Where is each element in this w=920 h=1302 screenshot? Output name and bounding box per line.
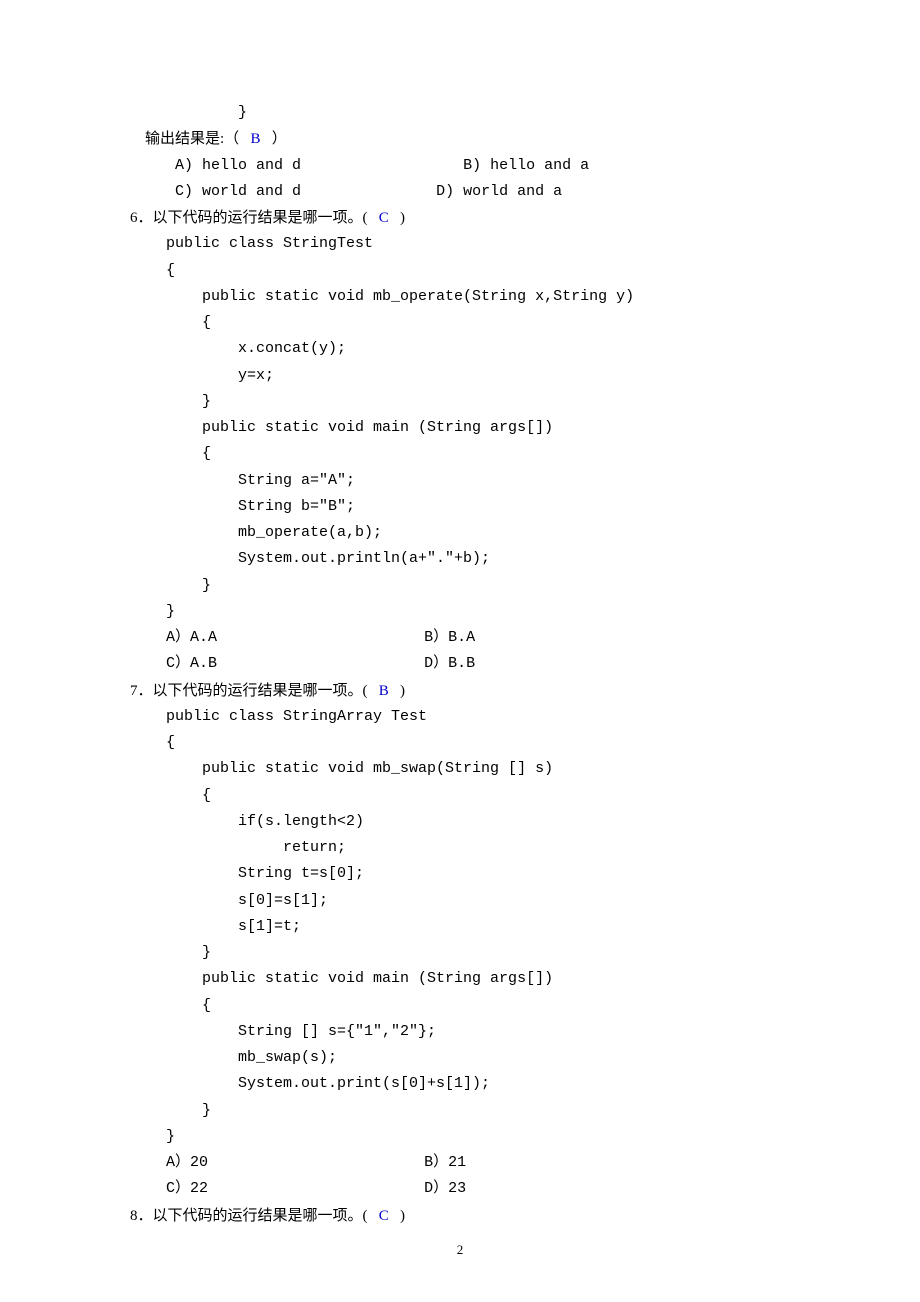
q6-code: String a="A"; xyxy=(130,468,790,494)
q8-answer: C xyxy=(379,1208,389,1224)
q7-option-b: B）21 xyxy=(424,1154,466,1171)
q5-options-cd: C) world and d D) world and a xyxy=(130,179,790,205)
q8-close: ) xyxy=(400,1208,405,1224)
q6-option-a: A）A.A xyxy=(130,629,217,646)
q7-code: s[1]=t; xyxy=(130,914,790,940)
q7-code: { xyxy=(130,993,790,1019)
q5-options-ab: A) hello and d B) hello and a xyxy=(130,153,790,179)
q6-code: System.out.println(a+"."+b); xyxy=(130,546,790,572)
q7-code: } xyxy=(130,1098,790,1124)
q7-code: mb_swap(s); xyxy=(130,1045,790,1071)
q7-code: public static void main (String args[]) xyxy=(130,966,790,992)
q7-code: public class StringArray Test xyxy=(130,704,790,730)
q6-code: public static void main (String args[]) xyxy=(130,415,790,441)
q7-code: { xyxy=(130,730,790,756)
q6-code: x.concat(y); xyxy=(130,336,790,362)
q7-code: if(s.length<2) xyxy=(130,809,790,835)
q6-code: public static void mb_operate(String x,S… xyxy=(130,284,790,310)
q7-code: String [] s={"1","2"}; xyxy=(130,1019,790,1045)
q7-code: s[0]=s[1]; xyxy=(130,888,790,914)
q6-stem: 6．以下代码的运行结果是哪一项。( xyxy=(130,210,368,226)
q6-code: String b="B"; xyxy=(130,494,790,520)
q7-options-cd: C）22 D）23 xyxy=(130,1176,790,1202)
q6-answer: C xyxy=(379,210,389,226)
q6-code: } xyxy=(130,573,790,599)
q6-option-b: B）B.A xyxy=(424,629,475,646)
q7-code: public static void mb_swap(String [] s) xyxy=(130,756,790,782)
q7-stem: 7．以下代码的运行结果是哪一项。( xyxy=(130,683,368,699)
q7-close: ) xyxy=(400,683,405,699)
result-label: 输出结果是: xyxy=(130,131,224,147)
q6-option-c: C）A.B xyxy=(130,655,217,672)
q7-code: return; xyxy=(130,835,790,861)
page-number: 2 xyxy=(0,1239,920,1262)
q6-code: } xyxy=(130,599,790,625)
question-result-line: 输出结果是:（ B ） xyxy=(130,126,790,152)
q6-code: public class StringTest xyxy=(130,231,790,257)
q8-stem: 8．以下代码的运行结果是哪一项。( xyxy=(130,1208,368,1224)
q6-code: mb_operate(a,b); xyxy=(130,520,790,546)
q7-code: System.out.print(s[0]+s[1]); xyxy=(130,1071,790,1097)
document-page: } 输出结果是:（ B ） A) hello and d B) hello an… xyxy=(0,0,920,1302)
q6-code: { xyxy=(130,258,790,284)
q7-code: } xyxy=(130,1124,790,1150)
q7-code: } xyxy=(130,940,790,966)
q6-code: y=x; xyxy=(130,363,790,389)
q5-option-c: C) world and d xyxy=(130,183,301,200)
q7-stem-line: 7．以下代码的运行结果是哪一项。( B ) xyxy=(130,678,790,704)
q7-option-d: D）23 xyxy=(424,1180,466,1197)
q7-code: { xyxy=(130,783,790,809)
close-paren: ） xyxy=(272,131,287,147)
q7-option-a: A）20 xyxy=(130,1154,208,1171)
code-fragment-close: } xyxy=(130,100,790,126)
q6-code: { xyxy=(130,441,790,467)
open-paren: （ xyxy=(224,131,239,147)
q6-options-cd: C）A.B D）B.B xyxy=(130,651,790,677)
q7-answer: B xyxy=(379,683,389,699)
q6-stem-line: 6．以下代码的运行结果是哪一项。( C ) xyxy=(130,205,790,231)
q5-option-b: B) hello and a xyxy=(463,157,589,174)
q7-code: String t=s[0]; xyxy=(130,861,790,887)
q6-close: ) xyxy=(400,210,405,226)
q6-code: } xyxy=(130,389,790,415)
q8-stem-line: 8．以下代码的运行结果是哪一项。( C ) xyxy=(130,1203,790,1229)
q6-code: { xyxy=(130,310,790,336)
answer-letter: B xyxy=(250,131,260,147)
q7-option-c: C）22 xyxy=(130,1180,208,1197)
q6-option-d: D）B.B xyxy=(424,655,475,672)
q5-option-a: A) hello and d xyxy=(130,157,301,174)
q7-options-ab: A）20 B）21 xyxy=(130,1150,790,1176)
q6-options-ab: A）A.A B）B.A xyxy=(130,625,790,651)
q5-option-d: D) world and a xyxy=(436,183,562,200)
